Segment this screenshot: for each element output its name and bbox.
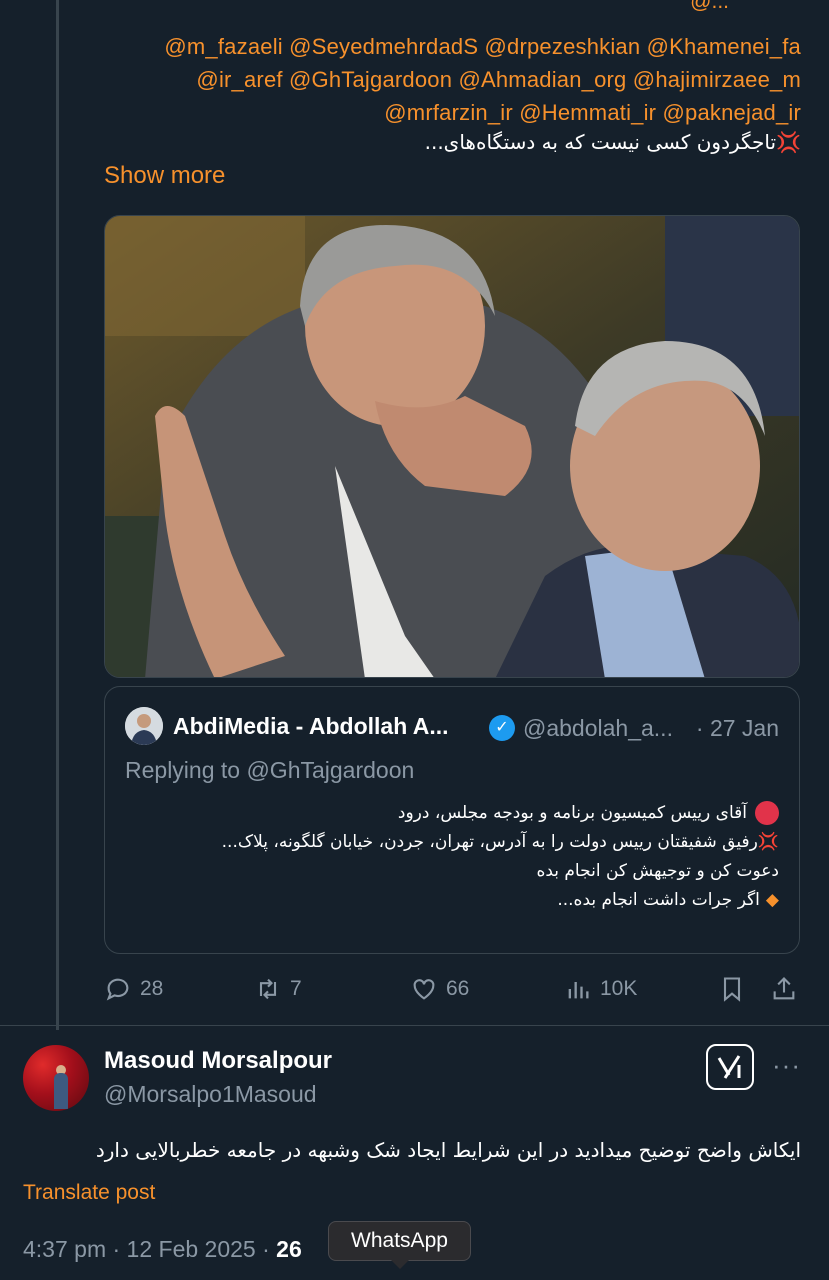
reply-author-handle[interactable]: @Morsalpo1Masoud <box>104 1081 317 1108</box>
orange-diamond-icon: ◆ <box>765 890 779 910</box>
quoted-line-text: آقای رییس کمیسیون برنامه و بودجه مجلس، د… <box>397 803 747 823</box>
quoted-line-text: دعوت کن و توجیهش کن انجام بده <box>536 861 779 881</box>
heart-icon <box>413 979 435 1000</box>
quoted-tweet[interactable]: AbdiMedia - Abdollah A... ✓ @abdolah_a..… <box>104 686 800 954</box>
share-icon <box>773 977 795 1000</box>
reply-icon <box>106 978 129 1001</box>
tweet-persian-text-label: تاجگردون کسی نیست که به دستگاه‌های... <box>424 130 777 154</box>
tweet-photo[interactable] <box>104 215 800 678</box>
truncated-top-text-label: @... <box>690 0 729 13</box>
views-button[interactable]: 10K <box>564 975 637 1003</box>
red-circle-icon <box>755 801 779 825</box>
like-button[interactable]: 66 <box>410 975 469 1003</box>
repost-icon <box>259 978 277 1000</box>
tweet-actions: 28 7 66 10K <box>104 975 800 1007</box>
quoted-body: آقای رییس کمیسیون برنامه و بودجه مجلس، د… <box>222 799 779 915</box>
divider <box>0 1025 829 1026</box>
bookmark-button[interactable] <box>718 975 746 1003</box>
truncated-top-text: @... <box>429 0 729 14</box>
reply-author-avatar[interactable] <box>23 1045 89 1111</box>
quoted-author-name[interactable]: AbdiMedia - Abdollah A... <box>173 713 449 740</box>
quoted-avatar[interactable] <box>125 707 163 745</box>
share-button[interactable] <box>770 975 798 1003</box>
quoted-line: آقای رییس کمیسیون برنامه و بودجه مجلس، د… <box>222 799 779 828</box>
photo-illustration <box>105 216 799 677</box>
grok-icon <box>717 1055 741 1079</box>
anger-symbol-icon: 💢 <box>757 832 779 852</box>
avatar-body-shape <box>54 1073 68 1109</box>
reply-body: ایکاش واضح توضیح میدادید در این شرایط ای… <box>95 1138 801 1162</box>
verified-badge-icon: ✓ <box>489 715 515 741</box>
views-count: 10K <box>600 977 638 1000</box>
post-meta: 4:37 pm · 12 Feb 2025 · 26 <box>23 1236 302 1263</box>
anger-symbol-icon: 💢 <box>776 130 801 154</box>
mention-line[interactable]: @mrfarzin_ir @Hemmati_ir @paknejad_ir <box>90 96 801 129</box>
reply-count: 28 <box>140 977 164 1000</box>
translate-post-link[interactable]: Translate post <box>23 1181 155 1205</box>
reply-button[interactable]: 28 <box>104 975 163 1003</box>
post-timestamp[interactable]: 4:37 pm · 12 Feb 2025 · <box>23 1236 276 1262</box>
quoted-line-text: رفیق شفیقتان رییس دولت را به آدرس، تهران… <box>221 832 758 852</box>
grok-button[interactable] <box>706 1044 754 1090</box>
like-count: 66 <box>446 977 470 1000</box>
whatsapp-tooltip: WhatsApp <box>328 1221 471 1269</box>
quoted-line: ◆اگر جرات داشت انجام بده... <box>222 886 779 915</box>
quoted-line-text: اگر جرات داشت انجام بده... <box>557 890 760 910</box>
views-chart-icon <box>568 982 589 999</box>
tweet-persian-text: 💢تاجگردون کسی نیست که به دستگاه‌های... <box>425 130 801 154</box>
mention-line[interactable]: @m_fazaeli @SeyedmehrdadS @drpezeshkian … <box>90 30 801 63</box>
repost-button[interactable]: 7 <box>254 975 302 1003</box>
quoted-line: دعوت کن و توجیهش کن انجام بده <box>222 857 779 886</box>
bookmark-icon <box>723 977 741 1002</box>
quoted-author-handle[interactable]: @abdolah_a... <box>523 715 673 742</box>
more-options-icon[interactable]: ··· <box>772 1050 801 1081</box>
thread-connector-line <box>56 0 59 1030</box>
tweet-mentions: @m_fazaeli @SeyedmehrdadS @drpezeshkian … <box>90 30 801 129</box>
show-more-link[interactable]: Show more <box>104 162 225 190</box>
mention-line[interactable]: @ir_aref @GhTajgardoon @Ahmadian_org @ha… <box>90 63 801 96</box>
replying-to: Replying to @GhTajgardoon <box>125 757 415 783</box>
reply-author-name[interactable]: Masoud Morsalpour <box>104 1047 332 1075</box>
repost-count: 7 <box>290 977 302 1000</box>
quoted-date[interactable]: · 27 Jan <box>696 715 779 742</box>
views-partial: 26 <box>276 1236 302 1262</box>
quoted-line: 💢رفیق شفیقتان رییس دولت را به آدرس، تهرا… <box>222 828 779 857</box>
avatar-portrait-icon <box>125 707 163 745</box>
